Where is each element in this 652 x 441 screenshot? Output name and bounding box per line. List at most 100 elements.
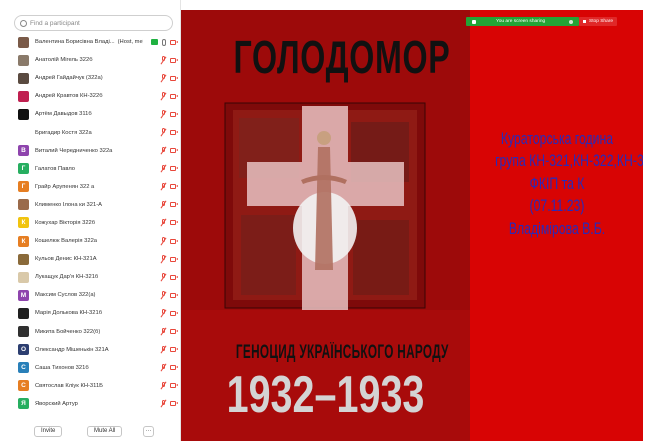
avatar [18,108,29,120]
video-off-icon [170,347,178,353]
video-off-icon [170,256,178,262]
participant-status-icons [160,304,178,322]
participant-row[interactable]: Андрей Кравтов КН-322б [18,87,178,105]
participant-status-icons [151,33,178,51]
participant-row[interactable]: Микита Бойченко 322(б) [18,323,178,341]
participant-row[interactable]: Андрей Гайдайчук (322а) [18,69,178,87]
avatar [18,72,29,84]
microphone-muted-icon [160,164,166,173]
video-off-icon [170,220,178,226]
participant-name: Кульов Денис КН-321А [35,256,143,262]
participant-name: Бригадир Костя 322а [35,130,143,136]
microphone-icon[interactable] [162,38,166,46]
microphone-muted-icon [160,273,166,281]
microphone-muted-icon [160,182,166,191]
mute-all-button[interactable]: Mute All [87,426,123,437]
participant-row[interactable]: С Святослав Кліук КН-311Б [18,377,178,395]
participant-status-icons [160,286,178,304]
microphone-muted-icon [160,146,166,155]
avatar [18,90,29,102]
participant-row[interactable]: Клименко Ілона ки 321-А [18,196,178,214]
participant-name-text: Андрей Кравтов КН-322б [35,93,103,100]
participant-row[interactable]: О Олександр Мішенькін 321А [18,341,178,359]
participant-status-icons [160,196,178,214]
participant-name-text: Валентина Борисівна Владі... [35,39,115,46]
video-off-icon [170,292,178,298]
avatar: О [18,344,29,356]
stop-share-button[interactable]: Stop Share [579,17,617,26]
sharing-status-pill[interactable]: You are screen sharing [466,17,579,26]
participants-footer: Invite Mute All ··· [0,425,181,441]
video-off-icon [170,274,178,280]
host-me-label: (Host, me) [117,39,143,46]
avatar: К [18,217,29,229]
participant-name-text: Саша Тихонов 321б [35,364,89,371]
participant-row[interactable]: Бригадир Костя 322а [18,123,178,141]
participant-name: Андрей Гайдайчук (322а) [35,75,143,81]
participant-name: Артём Давыдов 311б [35,111,143,117]
slide-line: Кураторська година [500,129,614,148]
microphone-muted-icon [160,200,166,209]
participant-name: Олександр Мішенькін 321А [35,347,143,353]
invite-button[interactable]: Invite [34,426,63,437]
participant-name: Микита Бойченко 322(б) [35,329,143,335]
participant-search-input[interactable] [30,19,160,27]
avatar: Я [18,398,29,410]
participant-status-icons [160,51,178,69]
participant-row[interactable]: Анатолій Мігель 322б [18,51,178,69]
microphone-muted-icon [160,255,166,263]
participant-row[interactable]: Г Галатов Павло [18,160,178,178]
participant-row[interactable]: Валентина Борисівна Владі... (Host, me) [18,33,178,51]
poster-subtitle: ГЕНОЦИД УКРАЇНСЬКОГО НАРОДУ [235,342,449,363]
microphone-muted-icon [160,237,166,245]
participant-row[interactable]: Марія Долькова КН-321б [18,304,178,322]
participant-search-box[interactable] [14,15,173,31]
participant-name-text: Кожухар Вікторія 322б [35,219,96,226]
participant-name: Клименко Ілона ки 321-А [35,202,143,208]
participant-row[interactable]: Г Грайр Арупенян 322 а [18,178,178,196]
video-off-icon [170,39,178,45]
participant-name-text: Бригадир Костя 322а [35,129,92,136]
participant-status-icons [160,105,178,123]
participant-name-text: Яворский Артур [35,400,78,407]
pause-share-icon[interactable] [569,19,573,24]
microphone-muted-icon [160,110,166,118]
microphone-muted-icon [160,56,166,64]
participant-row[interactable]: В Виталий Чередниченко 322а [18,142,178,160]
video-off-icon [170,310,178,316]
participant-name-text: Андрей Гайдайчук (322а) [35,75,103,82]
participant-status-icons [160,377,178,395]
participant-name-text: Кульов Денис КН-321А [35,256,97,263]
participant-row[interactable]: К Кошелюк Валерія 322а [18,232,178,250]
participant-status-icons [160,341,178,359]
participant-name-text: Олександр Мішенькін 321А [35,346,109,353]
poster-figure-body [315,147,333,270]
participant-status-icons [160,250,178,268]
participant-name-text: Максим Суслов 322(а) [35,292,96,299]
participants-panel: Валентина Борисівна Владі...(Host, me) Ан… [0,0,181,441]
microphone-muted-icon [160,74,166,82]
participant-row[interactable]: Кульов Денис КН-321А [18,250,178,268]
poster-years: 1932–1933 [226,366,425,424]
participant-row[interactable]: С Саша Тихонов 321б [18,359,178,377]
avatar [18,127,29,138]
participant-name: Галатов Павло [35,166,143,172]
stop-share-label: Stop Share [589,19,614,24]
participant-row[interactable]: М Максим Суслов 322(а) [18,286,178,304]
avatar [18,36,29,48]
participant-row[interactable]: Лукащук Дар'я КН-321б [18,268,178,286]
more-options-button[interactable]: ··· [143,426,154,437]
participant-status-icons [160,87,178,105]
participant-row[interactable]: К Кожухар Вікторія 322б [18,214,178,232]
avatar: В [18,145,29,157]
participant-row[interactable]: Я Яворский Артур [18,395,178,413]
participant-status-icons [160,268,178,286]
microphone-muted-icon [160,327,166,336]
participant-name-text: Лукащук Дар'я КН-321б [35,274,99,281]
video-off-icon [170,93,178,99]
video-off-icon [170,401,178,407]
video-off-icon [170,166,178,172]
microphone-muted-icon [160,92,166,100]
slide-line: (07.11.23) [529,196,585,216]
participant-row[interactable]: Артём Давыдов 311б [18,105,178,123]
